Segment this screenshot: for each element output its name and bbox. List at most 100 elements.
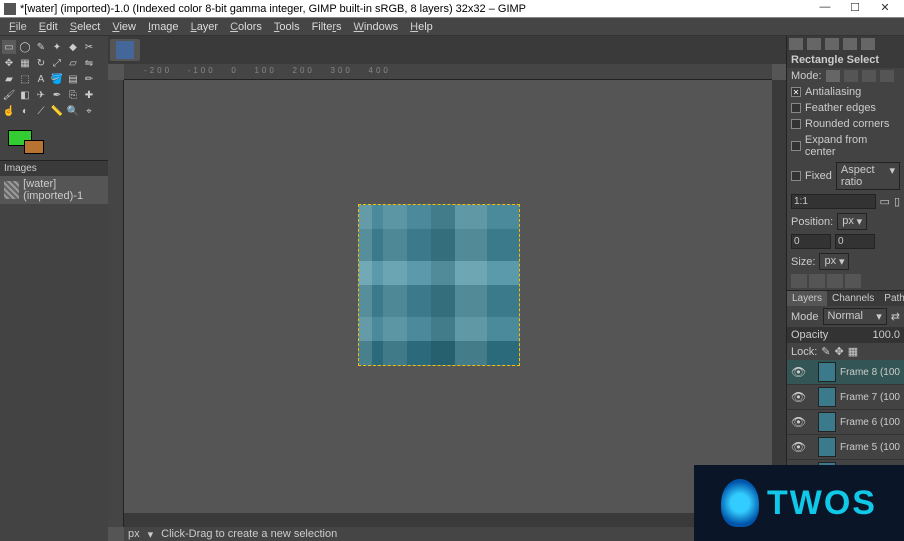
tool-align[interactable]: ▦ [18, 56, 32, 70]
tool-gradient[interactable]: ▤ [66, 72, 80, 86]
menu-view[interactable]: View [107, 20, 141, 34]
layer-thumb [818, 437, 836, 457]
restore-options-icon[interactable] [809, 274, 825, 288]
tool-scale[interactable]: ⤢ [50, 56, 64, 70]
size-unit-dropdown[interactable]: px▾ [819, 253, 849, 270]
tool-move[interactable]: ✥ [2, 56, 16, 70]
visibility-icon[interactable]: 👁 [791, 365, 803, 379]
tool-zoom[interactable]: 🔍 [66, 104, 80, 118]
blend-mode-dropdown[interactable]: Normal▾ [823, 308, 887, 325]
background-color[interactable] [24, 140, 44, 154]
tool-ellipse-select[interactable]: ◯ [18, 40, 32, 54]
tool-color-picker[interactable]: ⌖ [82, 104, 96, 118]
position-x-input[interactable] [791, 234, 831, 249]
layer-row[interactable]: 👁Frame 8 (100 [787, 360, 904, 385]
tool-eraser[interactable]: ◧ [18, 88, 32, 102]
tab-layers[interactable]: Layers [787, 291, 827, 306]
maximize-button[interactable]: ☐ [840, 1, 870, 17]
position-y-input[interactable] [835, 234, 875, 249]
scrollbar-vertical[interactable] [772, 80, 786, 513]
expand-option[interactable]: Expand from center [787, 132, 904, 160]
mode-add-icon[interactable] [844, 70, 858, 82]
mode-subtract-icon[interactable] [862, 70, 876, 82]
tool-ink[interactable]: ✒ [50, 88, 64, 102]
tool-pencil[interactable]: ✏ [82, 72, 96, 86]
menu-select[interactable]: Select [65, 20, 106, 34]
visibility-icon[interactable]: 👁 [791, 415, 803, 429]
canvas[interactable] [358, 204, 520, 366]
canvas-area[interactable] [124, 80, 772, 513]
lock-position-icon[interactable]: ✥ [835, 345, 844, 358]
tool-smudge[interactable]: ☝ [2, 104, 16, 118]
orient-icon[interactable]: ▭ [880, 195, 890, 208]
tool-paintbrush[interactable]: 🖌 [2, 88, 16, 102]
pointer-tab-icon[interactable] [861, 38, 875, 50]
tool-unified[interactable]: ⬚ [18, 72, 32, 86]
tool-dodge[interactable]: ◐ [18, 104, 32, 118]
layer-row[interactable]: 👁Frame 5 (100 [787, 435, 904, 460]
tool-clone[interactable]: ⎘ [66, 88, 80, 102]
menu-layer[interactable]: Layer [186, 20, 224, 34]
lock-alpha-icon[interactable]: ▦ [848, 345, 858, 358]
close-button[interactable]: ✕ [870, 1, 900, 17]
fixed-dropdown[interactable]: Aspect ratio▾ [836, 162, 900, 190]
tool-text[interactable]: A [34, 72, 48, 86]
image-tab[interactable] [110, 39, 140, 61]
mode-replace-icon[interactable] [826, 70, 840, 82]
tool-free-select[interactable]: ✎ [34, 40, 48, 54]
tool-rotate[interactable]: ↻ [34, 56, 48, 70]
orient2-icon[interactable]: ▯ [894, 195, 900, 208]
save-options-icon[interactable] [791, 274, 807, 288]
menu-windows[interactable]: Windows [349, 20, 404, 34]
scrollbar-horizontal[interactable] [124, 513, 772, 527]
tool-fuzzy-select[interactable]: ✦ [50, 40, 64, 54]
tool-measure[interactable]: 📏 [50, 104, 64, 118]
tool-crop[interactable]: ✂ [82, 40, 96, 54]
opacity-value[interactable]: 100.0 [872, 329, 900, 341]
tool-paths[interactable]: ⟋ [34, 104, 48, 118]
tool-shear[interactable]: ▱ [66, 56, 80, 70]
mode-intersect-icon[interactable] [880, 70, 894, 82]
rounded-option[interactable]: Rounded corners [787, 116, 904, 132]
menu-edit[interactable]: Edit [34, 20, 63, 34]
tab-paths[interactable]: Paths [879, 291, 904, 306]
images-tab-icon[interactable] [843, 38, 857, 50]
undo-history-tab-icon[interactable] [825, 38, 839, 50]
lock-pixels-icon[interactable]: ✎ [821, 345, 830, 358]
ratio-input[interactable] [791, 194, 876, 209]
tool-options-tab-icon[interactable] [789, 38, 803, 50]
reset-options-icon[interactable] [845, 274, 861, 288]
menu-help[interactable]: Help [405, 20, 438, 34]
tool-perspective[interactable]: ▰ [2, 72, 16, 86]
menu-file[interactable]: File [4, 20, 32, 34]
tool-flip[interactable]: ⇋ [82, 56, 96, 70]
minimize-button[interactable]: — [810, 1, 840, 17]
ruler-vertical[interactable] [108, 80, 124, 527]
feather-option[interactable]: Feather edges [787, 100, 904, 116]
device-status-tab-icon[interactable] [807, 38, 821, 50]
menu-tools[interactable]: Tools [269, 20, 305, 34]
antialiasing-option[interactable]: ✕Antialiasing [787, 84, 904, 100]
position-unit-dropdown[interactable]: px▾ [837, 213, 867, 230]
menu-image[interactable]: Image [143, 20, 184, 34]
lock-label: Lock: [791, 346, 817, 358]
layer-row[interactable]: 👁Frame 7 (100 [787, 385, 904, 410]
tab-channels[interactable]: Channels [827, 291, 879, 306]
menu-filters[interactable]: Filters [307, 20, 347, 34]
menu-colors[interactable]: Colors [225, 20, 267, 34]
window-title: *[water] (imported)-1.0 (Indexed color 8… [20, 3, 810, 15]
mode-switch-icon[interactable]: ⇄ [891, 310, 900, 323]
visibility-icon[interactable]: 👁 [791, 390, 803, 404]
tool-heal[interactable]: ✚ [82, 88, 96, 102]
layers-channels-paths-tabs: Layers Channels Paths [787, 290, 904, 306]
visibility-icon[interactable]: 👁 [791, 440, 803, 454]
tool-rect-select[interactable]: ▭ [2, 40, 16, 54]
tool-airbrush[interactable]: ✈ [34, 88, 48, 102]
images-panel-item[interactable]: [water] (imported)-1 [0, 176, 108, 204]
tool-bucket[interactable]: 🪣 [50, 72, 64, 86]
ruler-horizontal[interactable] [124, 64, 772, 80]
fixed-option[interactable]: FixedAspect ratio▾ [787, 160, 904, 192]
delete-options-icon[interactable] [827, 274, 843, 288]
layer-row[interactable]: 👁Frame 6 (100 [787, 410, 904, 435]
tool-color-select[interactable]: ◆ [66, 40, 80, 54]
